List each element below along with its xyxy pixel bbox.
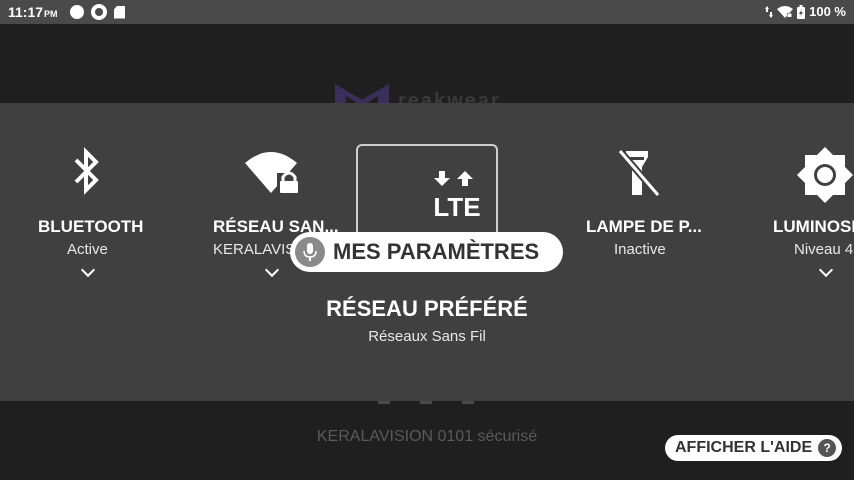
tile-wifi-network: KERALAVIS	[213, 241, 296, 258]
brightness-icon	[797, 147, 853, 203]
system-icons: 100 %	[765, 4, 846, 19]
clock-ampm: PM	[44, 9, 58, 19]
tile-bluetooth-title: BLUETOOTH	[38, 217, 144, 236]
circle-notification-icon	[70, 5, 84, 19]
tile-brightness-title: LUMINOSI	[773, 217, 854, 236]
help-icon: ?	[818, 439, 837, 457]
bluetooth-icon	[74, 147, 99, 195]
tile-brightness[interactable]: LUMINOSI Niveau 4	[773, 103, 854, 303]
mic-glyph	[303, 243, 317, 261]
flashlight-off-icon	[617, 148, 661, 197]
mic-icon[interactable]	[295, 237, 325, 267]
assistant-pill-label: MES PARAMÈTRES	[333, 239, 540, 264]
wifi-locked-icon	[777, 5, 794, 18]
data-arrows-icon	[765, 5, 774, 18]
clock-time: 11:17	[8, 4, 44, 20]
battery-charging-icon	[797, 4, 806, 19]
chevron-down-icon[interactable]	[264, 262, 280, 278]
battery-percent: 100 %	[809, 4, 846, 19]
show-help-label: AFFICHER L'AIDE	[675, 439, 813, 456]
tile-flashlight-status: Inactive	[614, 241, 666, 258]
tile-brightness-level: Niveau 4	[794, 241, 854, 258]
tile-bluetooth-status: Active	[67, 241, 108, 258]
notification-icons	[70, 5, 125, 19]
chevron-down-icon[interactable]	[818, 262, 834, 278]
screen: 11:17PM 100 % reakwear KERALAVISION 0101…	[0, 0, 854, 480]
tile-flashlight-title: LAMPE DE P...	[586, 217, 702, 236]
settings-notification-icon	[92, 5, 106, 19]
wifi-locked-icon	[245, 152, 301, 195]
assistant-pill[interactable]: MES PARAMÈTRES	[290, 232, 563, 272]
clock: 11:17PM	[8, 4, 58, 20]
focused-tile-subtitle: Réseaux Sans Fil	[368, 328, 486, 345]
status-bar: 11:17PM 100 %	[0, 0, 854, 24]
sd-card-icon	[114, 5, 125, 19]
chevron-down-icon[interactable]	[80, 262, 96, 278]
show-help-button[interactable]: AFFICHER L'AIDE ?	[665, 435, 843, 461]
focused-tile-title: RÉSEAU PRÉFÉRÉ	[326, 296, 528, 321]
